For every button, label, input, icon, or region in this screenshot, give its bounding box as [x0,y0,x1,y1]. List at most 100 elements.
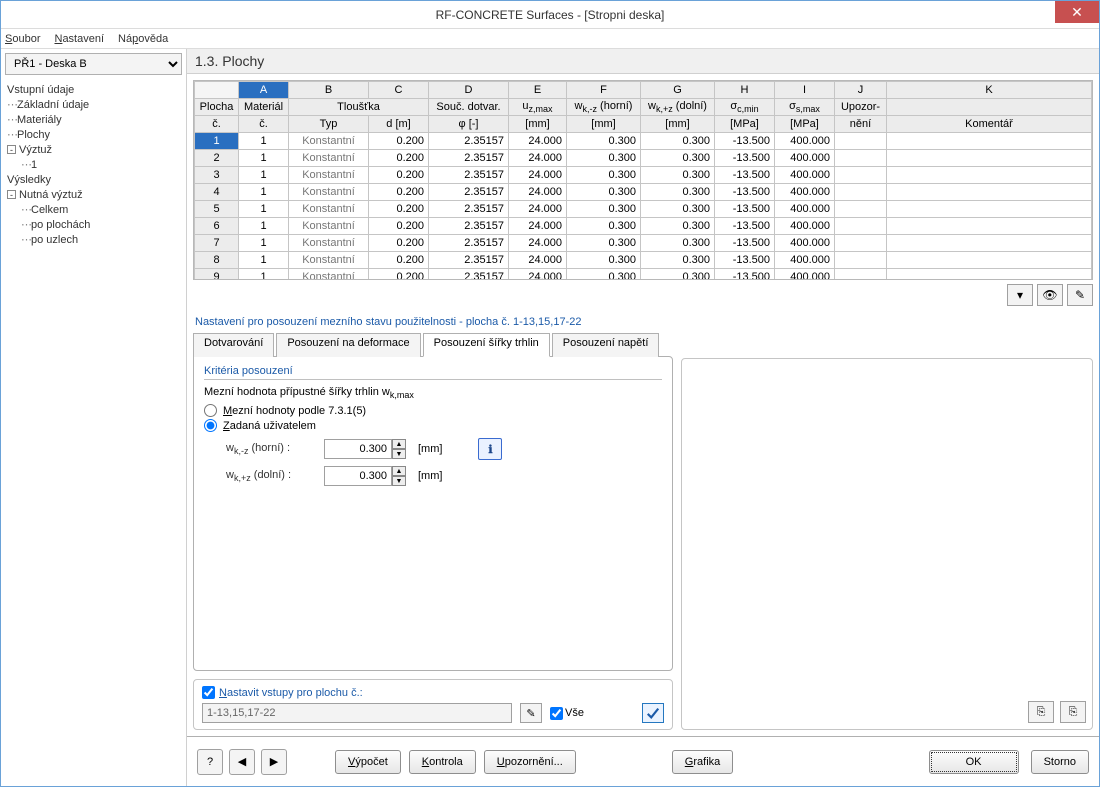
wk1-down[interactable]: ▼ [392,449,406,459]
menu-nastaveni[interactable]: Nastavení [54,33,104,45]
cell[interactable]: Konstantní [289,252,369,269]
cell[interactable]: -13.500 [715,218,775,235]
cell[interactable]: 24.000 [509,133,567,150]
cell[interactable]: 24.000 [509,218,567,235]
cell[interactable] [835,133,887,150]
col-letter[interactable]: I [775,82,835,99]
info-button[interactable]: ℹ [478,438,502,460]
cell[interactable] [887,167,1092,184]
table-row[interactable]: 51Konstantní0.2002.3515724.0000.3000.300… [195,201,1092,218]
cell[interactable]: 0.300 [567,218,641,235]
cell[interactable]: 1 [239,201,289,218]
cell[interactable] [835,235,887,252]
cell[interactable]: 400.000 [775,167,835,184]
tree-toggle-vyztuz[interactable]: - [7,145,16,154]
cell[interactable]: 8 [195,252,239,269]
cell[interactable]: 0.300 [641,252,715,269]
cell[interactable]: 24.000 [509,150,567,167]
filter-button[interactable]: ▾ [1007,284,1033,306]
pick-button[interactable]: ✎ [1067,284,1093,306]
radio-7315[interactable]: Mezní hodnoty podle 7.3.1(5) [204,404,662,417]
col-header[interactable]: uz,max [509,99,567,116]
cell[interactable]: 0.300 [567,269,641,281]
warn-button[interactable]: Upozornění... [484,750,576,774]
cell[interactable]: 7 [195,235,239,252]
surface-range-input[interactable] [202,703,512,723]
cell[interactable]: Konstantní [289,201,369,218]
cell[interactable]: 2.35157 [429,133,509,150]
tree-vysledky[interactable]: Výsledky [7,173,180,188]
col-subheader[interactable]: Typ [289,116,369,133]
col-header[interactable]: σc,min [715,99,775,116]
cell[interactable] [887,235,1092,252]
cell[interactable]: 24.000 [509,269,567,281]
tree-vstupni[interactable]: Vstupní údaje [7,83,180,98]
tree-vyztuz-1[interactable]: 1 [31,159,37,171]
tab-deformace[interactable]: Posouzení na deformace [276,333,420,357]
close-button[interactable]: ✕ [1055,1,1099,23]
cell[interactable]: 6 [195,218,239,235]
col-letter[interactable]: A [239,82,289,99]
cell[interactable]: 1 [239,184,289,201]
tree-vyztuz[interactable]: Výztuž [19,144,52,156]
col-letter[interactable]: B [289,82,369,99]
wk2-input[interactable] [324,466,392,486]
cell[interactable] [835,167,887,184]
cell[interactable] [887,269,1092,281]
cell[interactable] [835,218,887,235]
cell[interactable] [887,252,1092,269]
cell[interactable]: 24.000 [509,184,567,201]
cell[interactable]: 2.35157 [429,252,509,269]
cell[interactable]: 0.300 [567,167,641,184]
cell[interactable]: 24.000 [509,201,567,218]
cell[interactable]: 0.300 [567,150,641,167]
col-subheader[interactable]: [mm] [567,116,641,133]
cell[interactable]: 24.000 [509,235,567,252]
col-subheader[interactable]: [MPa] [775,116,835,133]
cell[interactable]: 4 [195,184,239,201]
cell[interactable]: Konstantní [289,218,369,235]
cell[interactable]: 2.35157 [429,184,509,201]
cell[interactable]: 1 [239,167,289,184]
tree-celkem[interactable]: Celkem [31,204,68,216]
col-header[interactable] [887,99,1092,116]
col-letter[interactable]: D [429,82,509,99]
cell[interactable]: 1 [239,252,289,269]
radio-7315-input[interactable] [204,404,217,417]
cell[interactable]: 400.000 [775,150,835,167]
cell[interactable]: -13.500 [715,184,775,201]
storno-button[interactable]: Storno [1031,750,1089,774]
cell[interactable]: Konstantní [289,150,369,167]
cell[interactable]: 0.200 [369,167,429,184]
menu-soubor[interactable]: Soubor [5,33,40,45]
grafika-button[interactable]: Grafika [672,750,733,774]
ok-button[interactable]: OK [929,750,1019,774]
cell[interactable]: 1 [239,235,289,252]
col-header[interactable]: σs,max [775,99,835,116]
cell[interactable]: 2.35157 [429,167,509,184]
cell[interactable]: 0.200 [369,150,429,167]
cell[interactable]: 0.300 [641,235,715,252]
cell[interactable]: 0.300 [567,252,641,269]
cell[interactable]: 400.000 [775,201,835,218]
apply-button[interactable] [642,703,664,723]
cell[interactable]: -13.500 [715,133,775,150]
col-header[interactable]: Tloušťka [289,99,429,116]
cell[interactable]: -13.500 [715,150,775,167]
col-subheader[interactable]: [mm] [509,116,567,133]
cell[interactable]: 2.35157 [429,269,509,281]
cell[interactable]: Konstantní [289,133,369,150]
cell[interactable] [887,184,1092,201]
cell[interactable]: -13.500 [715,269,775,281]
cell[interactable]: 3 [195,167,239,184]
table-row[interactable]: 31Konstantní0.2002.3515724.0000.3000.300… [195,167,1092,184]
col-header[interactable]: Souč. dotvar. [429,99,509,116]
col-subheader[interactable]: Komentář [887,116,1092,133]
col-letter[interactable]: H [715,82,775,99]
table-row[interactable]: 61Konstantní0.2002.3515724.0000.3000.300… [195,218,1092,235]
cell[interactable] [835,150,887,167]
cell[interactable]: 1 [239,133,289,150]
cell[interactable]: 0.200 [369,235,429,252]
case-selector[interactable]: PŘ1 - Deska B [5,53,182,75]
cell[interactable]: 24.000 [509,167,567,184]
